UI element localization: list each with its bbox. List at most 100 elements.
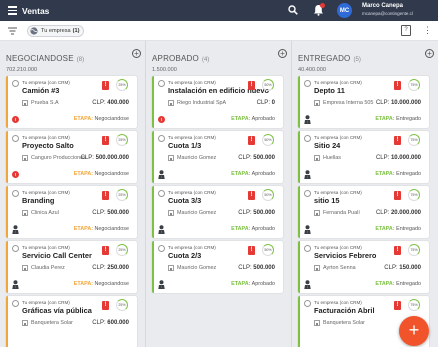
add-deal-button[interactable]: +	[132, 49, 141, 58]
alert-icon[interactable]: !	[394, 191, 401, 200]
deal-card[interactable]: Tu empresa (con CRM) Gráficas vía pública…	[6, 296, 137, 347]
deal-card[interactable]: Tu empresa (con CRM) Instalación en edifi…	[152, 76, 283, 128]
search-icon[interactable]	[288, 5, 298, 15]
deal-name[interactable]: Facturación Abril	[314, 306, 375, 315]
stage-value: Negociandose	[94, 116, 129, 122]
stage-indicator: ETAPA: Aprobado	[231, 281, 275, 287]
client-name: Banquetera Solar	[323, 320, 365, 326]
currency-label: CLP:	[80, 155, 94, 161]
stage-color-bar	[6, 131, 8, 183]
alert-icon[interactable]: !	[394, 246, 401, 255]
currency-label: CLP:	[256, 100, 270, 106]
deal-card[interactable]: Tu empresa (con CRM) Sitio 24! 75% Huellas C…	[298, 131, 429, 183]
deal-card[interactable]: Tu empresa (con CRM) sitio 15! 75% Fernanda…	[298, 186, 429, 238]
deal-card[interactable]: Tu empresa (con CRM) Cuota 3/3! 50% Maurici…	[152, 186, 283, 238]
stage-color-bar	[152, 241, 154, 293]
building-icon	[22, 210, 28, 216]
currency-label: CLP:	[92, 265, 106, 271]
deal-card[interactable]: Tu empresa (con CRM) Camión #3! 25% Prueba …	[6, 76, 137, 128]
deal-card[interactable]: Tu empresa (con CRM) Servicios Febrero! 75…	[298, 241, 429, 293]
stage-color-bar	[152, 186, 154, 238]
building-icon	[22, 100, 28, 106]
avatar[interactable]: MC	[337, 3, 352, 18]
stage-value: Aprobado	[251, 281, 275, 287]
client-name: Banquetera Solar	[31, 320, 73, 326]
probability-ring: 75%	[408, 299, 420, 311]
building-icon	[168, 100, 174, 106]
deal-amount: CLP: 150.000	[384, 265, 421, 271]
client-name: Huellas	[323, 155, 341, 161]
stage-color-bar	[6, 241, 8, 293]
deal-name[interactable]: Depto 11	[314, 86, 345, 95]
alert-icon[interactable]: !	[102, 136, 109, 145]
company-icon	[304, 80, 311, 87]
more-options-icon[interactable]: ⋮	[423, 25, 432, 35]
column-header: APROBADO (4) 1.500.000 +	[146, 41, 291, 73]
deal-name[interactable]: Branding	[22, 196, 54, 205]
alert-icon[interactable]: !	[248, 191, 255, 200]
alert-icon[interactable]: !	[248, 136, 255, 145]
globe-icon	[30, 27, 38, 35]
alert-icon[interactable]: !	[102, 191, 109, 200]
stage-color-bar	[298, 296, 300, 347]
building-icon	[168, 155, 174, 161]
deal-name[interactable]: Cuota 2/3	[168, 251, 201, 260]
amount-value: 600.000	[107, 320, 129, 326]
alert-icon[interactable]: !	[102, 301, 109, 310]
deal-name[interactable]: Cuota 3/3	[168, 196, 201, 205]
stage-color-bar	[298, 76, 300, 128]
building-icon	[314, 155, 320, 161]
menu-icon[interactable]	[0, 6, 22, 15]
amount-value: 10.000.000	[390, 100, 421, 106]
alert-icon[interactable]: !	[248, 81, 255, 90]
alert-icon[interactable]: !	[394, 301, 401, 310]
deal-card[interactable]: Tu empresa (con CRM) Cuota 2/3! 50% Maurici…	[152, 241, 283, 293]
deal-amount: CLP: 500.000	[238, 210, 275, 216]
deal-name[interactable]: Servicio Call Center	[22, 251, 92, 260]
currency-label: CLP:	[375, 155, 390, 161]
deal-name[interactable]: Camión #3	[22, 86, 59, 95]
stage-color-bar	[298, 131, 300, 183]
probability-ring: 75%	[408, 79, 420, 91]
amount-value: 500.000.000	[95, 155, 129, 161]
deal-card[interactable]: Tu empresa (con CRM) Servicio Call Center…	[6, 241, 137, 293]
card-company: Tu empresa (con CRM)	[314, 245, 362, 250]
add-deal-button[interactable]: +	[425, 49, 434, 58]
deal-name[interactable]: Sitio 24	[314, 141, 340, 150]
deal-card[interactable]: Tu empresa (con CRM) Proyecto Salto! 25% Ca…	[6, 131, 137, 183]
probability-ring: 25%	[116, 244, 128, 256]
company-icon	[304, 135, 311, 142]
building-icon	[22, 320, 28, 326]
stage-label: ETAPA:	[73, 116, 94, 122]
deal-name[interactable]: Servicios Febrero	[314, 251, 376, 260]
add-deal-button[interactable]: +	[278, 49, 287, 58]
card-company: Tu empresa (con CRM)	[314, 80, 362, 85]
stage-indicator: ETAPA: Aprobado	[231, 226, 275, 232]
company-filter-chip[interactable]: Tu empresa (1)	[27, 25, 85, 37]
deal-name[interactable]: sitio 15	[314, 196, 339, 205]
deal-card[interactable]: Tu empresa (con CRM) Branding! 25% Clinica …	[6, 186, 137, 238]
deal-name[interactable]: Gráficas vía pública	[22, 306, 92, 315]
deal-name[interactable]: Cuota 1/3	[168, 141, 201, 150]
company-icon	[304, 300, 311, 307]
alert-icon[interactable]: !	[394, 81, 401, 90]
deal-card[interactable]: Tu empresa (con CRM) Depto 11! 75% Empresa …	[298, 76, 429, 128]
alert-icon[interactable]: !	[102, 81, 109, 90]
card-company: Tu empresa (con CRM)	[22, 300, 70, 305]
amount-value: 500.000	[107, 210, 129, 216]
help-icon[interactable]: ?	[401, 25, 411, 36]
filter-icon[interactable]	[8, 27, 17, 35]
deal-name[interactable]: Proyecto Salto	[22, 141, 74, 150]
warning-dot-icon: !	[12, 171, 19, 178]
add-fab-button[interactable]: +	[399, 316, 429, 346]
alert-icon[interactable]: !	[248, 246, 255, 255]
notification-badge	[320, 3, 325, 8]
building-icon	[168, 265, 174, 271]
deal-amount: CLP: 500.000.000	[81, 155, 129, 161]
alert-icon[interactable]: !	[102, 246, 109, 255]
stage-indicator: ETAPA: Entregado	[375, 281, 421, 287]
stage-label: ETAPA:	[231, 171, 251, 177]
alert-icon[interactable]: !	[394, 136, 401, 145]
deal-card[interactable]: Tu empresa (con CRM) Cuota 1/3! 50% Maurici…	[152, 131, 283, 183]
stage-value: Negociandose	[94, 171, 129, 177]
